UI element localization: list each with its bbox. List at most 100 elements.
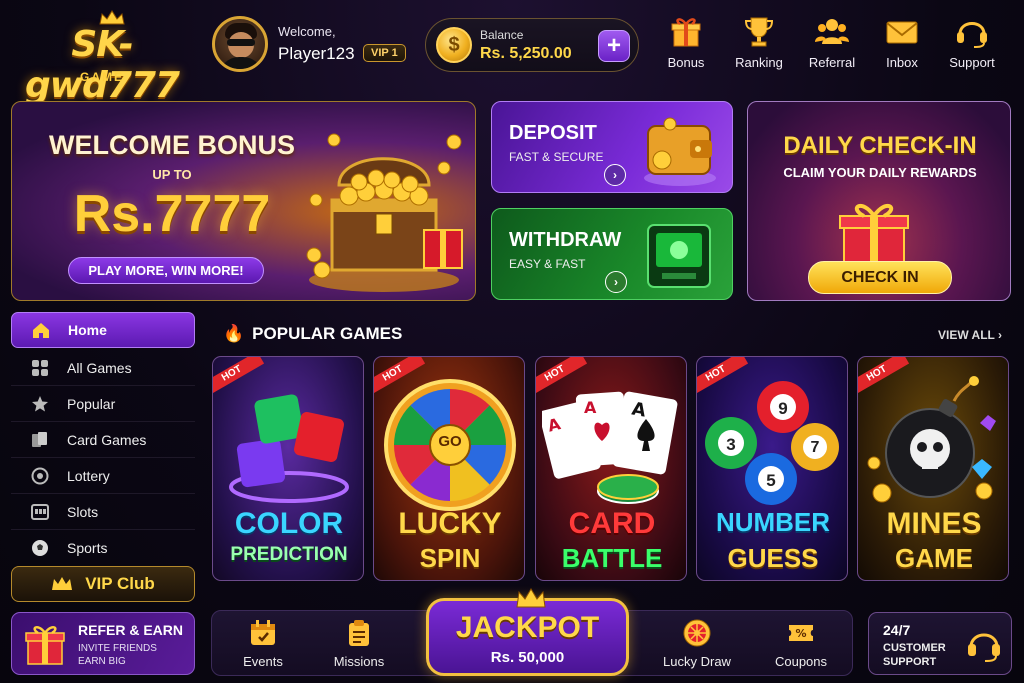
play-more-button[interactable]: PLAY MORE, WIN MORE! [68, 257, 264, 284]
balance-label: Balance [480, 28, 524, 42]
bottom-nav-label: Events [243, 654, 283, 669]
banner-amount: Rs.7777 [73, 185, 271, 243]
wallet-icon [644, 117, 716, 186]
bottom-nav-events[interactable]: Events [223, 611, 303, 677]
sidebar-item-popular[interactable]: Popular [11, 386, 195, 422]
users-icon [815, 19, 849, 44]
sidebar-item-lottery[interactable]: Lottery [11, 458, 195, 494]
withdraw-subtitle: EASY & FAST [509, 257, 586, 271]
logo-text: SK-gwd777 [25, 24, 180, 106]
deposit-subtitle: FAST & SECURE [509, 150, 604, 164]
game-card-lucky-spin[interactable]: HOT GO LUCKY SPIN [373, 356, 525, 581]
vip-badge: VIP 1 [363, 44, 406, 62]
banner-title: WELCOME BONUS [49, 130, 295, 160]
sidebar-item-card-games[interactable]: Card Games [11, 422, 195, 458]
game-title: CARD [568, 507, 656, 540]
nav-bonus[interactable]: Bonus [650, 12, 722, 78]
check-in-button[interactable]: CHECK IN [808, 261, 952, 294]
sidebar-item-all-games[interactable]: All Games [11, 350, 195, 386]
deposit-title: DEPOSIT [509, 122, 597, 144]
trophy-icon [744, 17, 774, 47]
refer-title: REFER & EARN [78, 622, 184, 638]
nav-inbox-label: Inbox [886, 55, 918, 70]
nav-ranking[interactable]: Ranking [723, 12, 795, 78]
playing-cards-icon: A A A [542, 391, 678, 504]
bottom-nav-lucky-draw[interactable]: Lucky Draw [657, 611, 737, 677]
ball-icon [31, 539, 49, 557]
jackpot-button[interactable]: JACKPOT Rs. 50,000 [426, 588, 629, 676]
balance-box: $ Balance Rs. 5,250.00 + [425, 18, 639, 72]
calendar-icon [251, 620, 275, 645]
customer-support-card[interactable]: 24/7 CUSTOMER SUPPORT [868, 612, 1012, 675]
game-title: NUMBER [715, 507, 831, 537]
sidebar-item-label: Home [68, 322, 107, 338]
sidebar-item-slots[interactable]: Slots [11, 494, 195, 530]
logo-subtitle: GAME [80, 70, 124, 84]
game-card-number-guess[interactable]: HOT 9 3 7 5 NUMBER GUESS [696, 356, 848, 581]
gift-box-icon [839, 203, 909, 269]
sidebar-item-home[interactable]: Home [11, 312, 195, 348]
svg-text:A: A [584, 398, 597, 417]
brand-logo[interactable]: SK-gwd777 GAME [12, 8, 192, 106]
checkin-subtitle: CLAIM YOUR DAILY REWARDS [783, 165, 977, 180]
clipboard-icon [349, 620, 369, 646]
fire-icon: 🔥 [223, 324, 245, 343]
crown-icon [52, 577, 73, 590]
nav-referral[interactable]: Referral [796, 12, 868, 78]
nav-ranking-label: Ranking [735, 55, 783, 70]
sidebar-item-label: Lottery [67, 467, 110, 484]
avatar[interactable] [212, 16, 268, 72]
bottom-nav-label: Missions [333, 654, 385, 669]
welcome-bonus-banner[interactable]: WELCOME BONUS UP TO Rs.7777 PLAY MORE, W… [11, 101, 476, 301]
game-subtitle: GUESS [727, 543, 819, 573]
game-card-color-prediction[interactable]: HOT COLOR PREDICTION [212, 356, 364, 581]
lottery-icon [31, 467, 49, 485]
game-subtitle: GAME [895, 543, 973, 573]
sidebar: Home All Games Popular Card Games Lotter… [11, 312, 195, 604]
slots-icon [31, 503, 49, 521]
vip-club-button[interactable]: VIP Club [11, 566, 195, 602]
user-profile[interactable]: Welcome, Player123 VIP 1 [210, 14, 415, 74]
support-line1: 24/7 [883, 622, 911, 638]
nav-support-label: Support [949, 55, 995, 70]
game-subtitle: SPIN [419, 543, 481, 573]
sidebar-item-label: Sports [67, 540, 108, 556]
treasure-chest-icon [306, 133, 463, 292]
checkin-title: DAILY CHECK-IN [783, 132, 977, 159]
headset-icon [968, 633, 1000, 662]
withdraw-arrow-icon[interactable]: › [605, 271, 627, 293]
bottom-nav-missions[interactable]: Missions [319, 611, 399, 677]
view-all-link[interactable]: VIEW ALL › [938, 328, 1002, 342]
deposit-card[interactable]: DEPOSIT FAST & SECURE › [491, 101, 733, 193]
bottom-nav-label: Lucky Draw [663, 654, 731, 669]
nav-support[interactable]: Support [936, 12, 1008, 78]
ball-number: 7 [810, 439, 820, 456]
game-title: LUCKY [398, 507, 502, 540]
refer-earn-card[interactable]: REFER & EARN INVITE FRIENDS EARN BIG [11, 612, 195, 675]
nav-inbox[interactable]: Inbox [866, 12, 938, 78]
spin-center-label: GO [438, 433, 462, 450]
gift-icon [25, 626, 65, 665]
add-funds-button[interactable]: + [598, 30, 630, 62]
cubes-icon [229, 394, 349, 503]
withdraw-card[interactable]: WITHDRAW EASY & FAST › [491, 208, 733, 300]
username: Player123 [278, 44, 355, 63]
refer-line1: INVITE FRIENDS [78, 643, 157, 654]
refer-line2: EARN BIG [78, 656, 126, 667]
game-card-card-battle[interactable]: HOT A A A CARD BATTLE [535, 356, 687, 581]
sidebar-item-label: Card Games [67, 431, 147, 448]
sidebar-item-sports[interactable]: Sports [11, 530, 195, 566]
coin-icon: $ [436, 27, 472, 63]
sidebar-item-label: Popular [67, 395, 116, 412]
coupon-icon: % [789, 625, 813, 641]
game-card-mines[interactable]: HOT MINES GAME [857, 356, 1009, 581]
deposit-arrow-icon[interactable]: › [604, 164, 626, 186]
bottom-nav-coupons[interactable]: % Coupons [761, 611, 841, 677]
daily-checkin-card[interactable]: DAILY CHECK-IN CLAIM YOUR DAILY REWARDS … [747, 101, 1011, 301]
crown-icon [516, 588, 546, 608]
popular-games-title: 🔥 POPULAR GAMES [223, 324, 403, 343]
cards-icon [31, 431, 49, 449]
home-icon [32, 321, 50, 339]
ball-number: 5 [766, 471, 776, 490]
wheel-icon [683, 619, 711, 647]
